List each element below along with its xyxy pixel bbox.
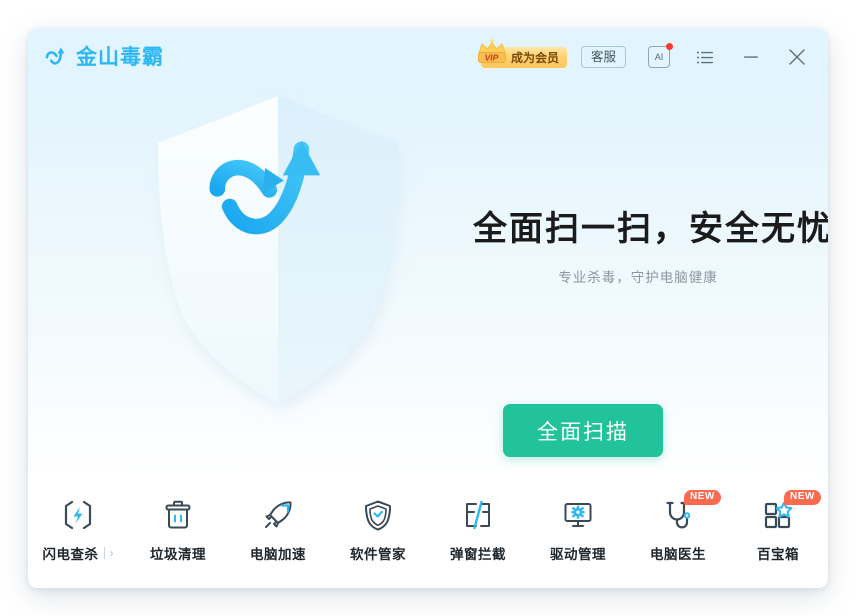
hero-text-block: 全面扫一扫，安全无忧 专业杀毒，守护电脑健康 xyxy=(473,210,828,286)
minimize-icon[interactable] xyxy=(738,44,764,70)
full-scan-button[interactable]: 全面扫描 xyxy=(503,404,663,457)
chevron-right-icon[interactable]: › xyxy=(110,547,114,559)
feature-toolbar: 闪电查杀 › 垃圾清理 电脑加速 软件管家 弹窗拦截 驱动管理 NEW 电脑医生… xyxy=(28,481,828,588)
ai-label: AI xyxy=(654,52,664,62)
hero-title: 全面扫一扫，安全无忧 xyxy=(473,210,828,248)
become-member-button[interactable]: VIP 成为会员 xyxy=(477,38,567,68)
tool-software-manager[interactable]: 软件管家 xyxy=(328,495,428,563)
app-logo-text: 金山毒霸 xyxy=(76,45,164,69)
tool-label: 电脑加速 xyxy=(250,547,306,562)
shield-check-icon xyxy=(358,495,398,535)
hero-subtitle: 专业杀毒，守护电脑健康 xyxy=(558,270,718,286)
tool-label: 垃圾清理 xyxy=(150,547,206,562)
tool-label: 闪电查杀 xyxy=(42,547,99,562)
new-badge: NEW xyxy=(684,490,721,505)
tool-label: 软件管家 xyxy=(350,547,406,562)
lightning-hexagon-icon xyxy=(58,495,98,535)
become-member-label: 成为会员 xyxy=(510,50,559,65)
tool-label: 电脑医生 xyxy=(650,547,706,562)
popup-block-icon xyxy=(458,495,498,535)
ai-assistant-icon[interactable]: AI xyxy=(648,43,673,68)
titlebar-controls: VIP 成为会员 客服 AI xyxy=(477,28,828,86)
list-menu-icon[interactable] xyxy=(692,44,718,70)
tool-label: 驱动管理 xyxy=(550,547,606,562)
customer-service-button[interactable]: 客服 xyxy=(580,46,626,68)
main-window: 金山毒霸 VIP 成为会员 客服 AI 全面扫一扫，安全无忧 专业杀毒，守护电脑… xyxy=(28,28,828,588)
svg-text:VIP: VIP xyxy=(485,52,499,62)
tool-label: 百宝箱 xyxy=(757,547,799,562)
tool-lightning-scan[interactable]: 闪电查杀 › xyxy=(28,495,128,563)
tool-driver-manager[interactable]: 驱动管理 xyxy=(528,495,628,563)
app-logo: 金山毒霸 xyxy=(44,44,164,70)
rocket-icon xyxy=(258,495,298,535)
trash-bin-icon xyxy=(158,495,198,535)
title-bar: 金山毒霸 VIP 成为会员 客服 AI xyxy=(28,28,828,86)
monitor-gear-icon xyxy=(558,495,598,535)
tool-junk-clean[interactable]: 垃圾清理 xyxy=(128,495,228,563)
tool-popup-block[interactable]: 弹窗拦截 xyxy=(428,495,528,563)
tool-pc-doctor[interactable]: NEW 电脑医生 xyxy=(628,490,728,563)
shield-illustration xyxy=(128,81,428,421)
label-divider xyxy=(103,547,105,559)
tool-toolbox[interactable]: NEW 百宝箱 xyxy=(728,490,828,563)
hero-section: 全面扫一扫，安全无忧 专业杀毒，守护电脑健康 全面扫描 xyxy=(28,86,828,481)
vip-crown-icon: VIP xyxy=(475,38,515,68)
app-root: 金山毒霸 VIP 成为会员 客服 AI 全面扫一扫，安全无忧 专业杀毒，守护电脑… xyxy=(0,0,856,616)
tool-pc-accelerate[interactable]: 电脑加速 xyxy=(228,495,328,563)
notification-dot xyxy=(666,43,673,50)
close-icon[interactable] xyxy=(784,44,810,70)
tool-label: 弹窗拦截 xyxy=(450,547,506,562)
duba-swoosh-icon xyxy=(44,44,70,70)
new-badge: NEW xyxy=(784,490,821,505)
